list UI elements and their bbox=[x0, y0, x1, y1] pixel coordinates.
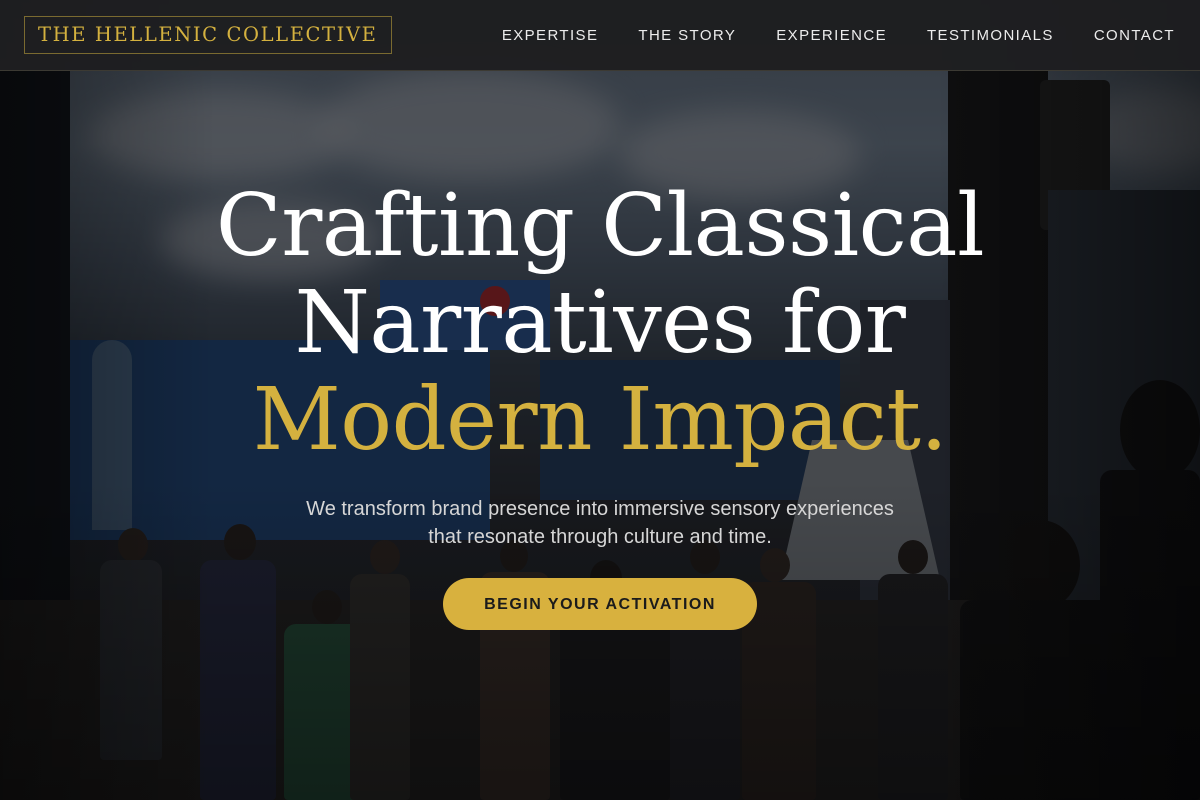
hero-headline: Crafting Classical Narratives for Modern… bbox=[0, 178, 1200, 469]
hero-subtext: We transform brand presence into immersi… bbox=[240, 495, 960, 551]
hero-section: Crafting Classical Narratives for Modern… bbox=[0, 178, 1200, 630]
nav-link-expertise[interactable]: EXPERTISE bbox=[502, 27, 599, 44]
subtext-line-2: that resonate through culture and time. bbox=[428, 526, 772, 548]
top-navbar: THE HELLENIC COLLECTIVE EXPERTISE THE ST… bbox=[0, 0, 1200, 71]
headline-line-2: Narratives for bbox=[294, 273, 906, 373]
landing-page: THE HELLENIC COLLECTIVE EXPERTISE THE ST… bbox=[0, 0, 1200, 800]
nav-link-testimonials[interactable]: TESTIMONIALS bbox=[927, 27, 1054, 44]
headline-accent-line: Modern Impact. bbox=[252, 370, 948, 470]
subtext-line-1: We transform brand presence into immersi… bbox=[306, 498, 894, 520]
headline-line-1: Crafting Classical bbox=[215, 176, 985, 276]
nav-link-experience[interactable]: EXPERIENCE bbox=[776, 27, 887, 44]
nav-link-the-story[interactable]: THE STORY bbox=[638, 27, 736, 44]
begin-activation-button[interactable]: BEGIN YOUR ACTIVATION bbox=[443, 578, 757, 630]
nav-link-contact[interactable]: CONTACT bbox=[1094, 27, 1175, 44]
brand-logo[interactable]: THE HELLENIC COLLECTIVE bbox=[24, 16, 392, 54]
main-nav: EXPERTISE THE STORY EXPERIENCE TESTIMONI… bbox=[502, 27, 1175, 44]
